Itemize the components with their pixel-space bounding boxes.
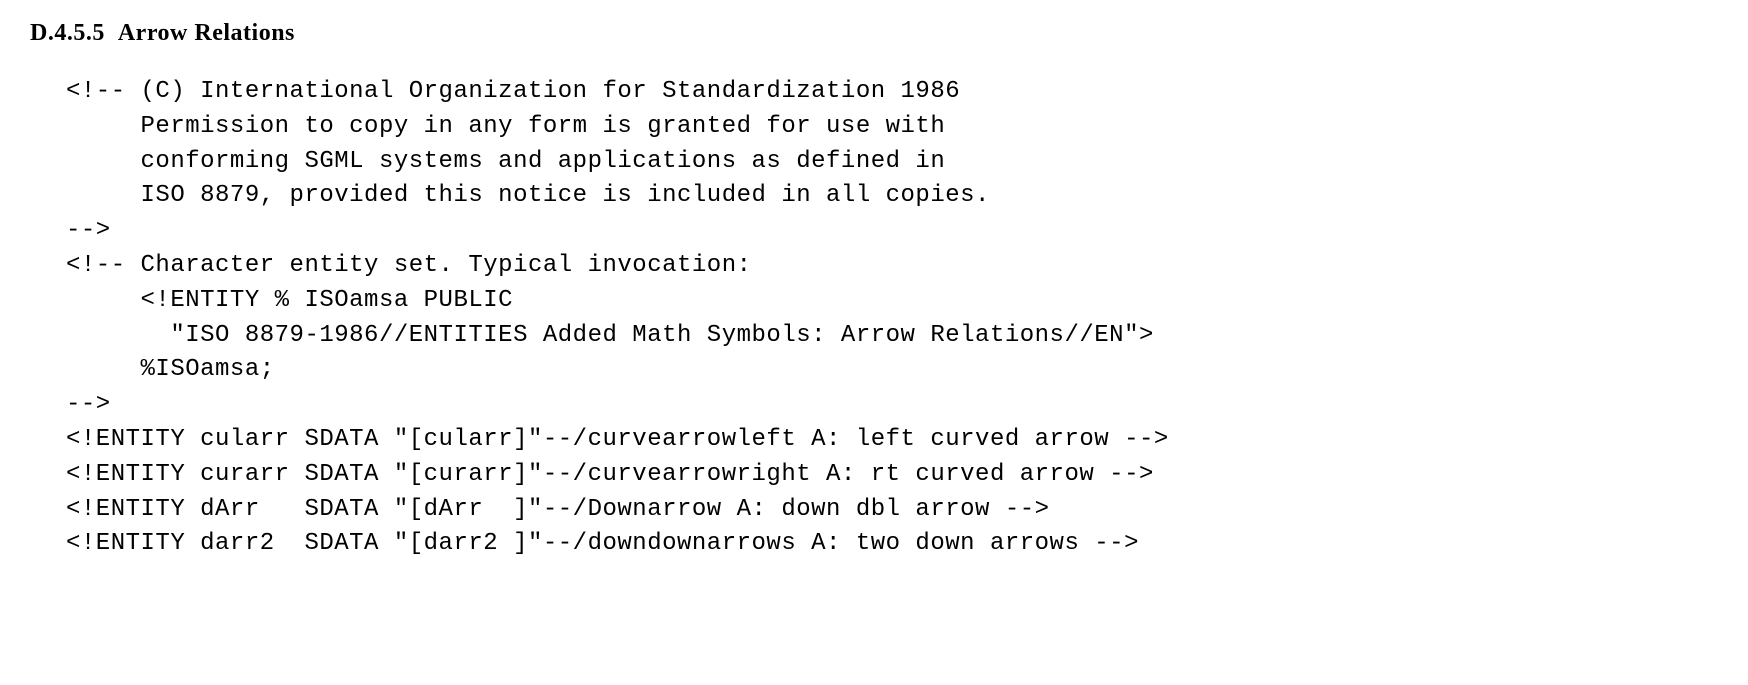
code-line: %ISOamsa; [66,356,275,383]
code-line: <!-- (C) International Organization for … [66,78,960,105]
code-line: <!ENTITY % ISOamsa PUBLIC [66,287,513,314]
section-title: Arrow Relations [118,20,295,46]
code-line: <!ENTITY curarr SDATA "[curarr]"--/curve… [66,461,1154,488]
code-line: <!ENTITY darr2 SDATA "[darr2 ]"--/downdo… [66,530,1139,557]
code-line: "ISO 8879-1986//ENTITIES Added Math Symb… [66,322,1154,349]
code-line: ISO 8879, provided this notice is includ… [66,182,990,209]
code-line: --> [66,391,111,418]
section-heading: D.4.5.5 Arrow Relations [30,20,1718,47]
code-line: <!ENTITY dArr SDATA "[dArr ]"--/Downarro… [66,496,1050,523]
section-number: D.4.5.5 [30,20,105,46]
code-line: <!-- Character entity set. Typical invoc… [66,252,752,279]
code-line: Permission to copy in any form is grante… [66,113,945,140]
code-line: --> [66,217,111,244]
code-line: conforming SGML systems and applications… [66,148,945,175]
code-line: <!ENTITY cularr SDATA "[cularr]"--/curve… [66,426,1169,453]
code-block: <!-- (C) International Organization for … [66,75,1718,562]
